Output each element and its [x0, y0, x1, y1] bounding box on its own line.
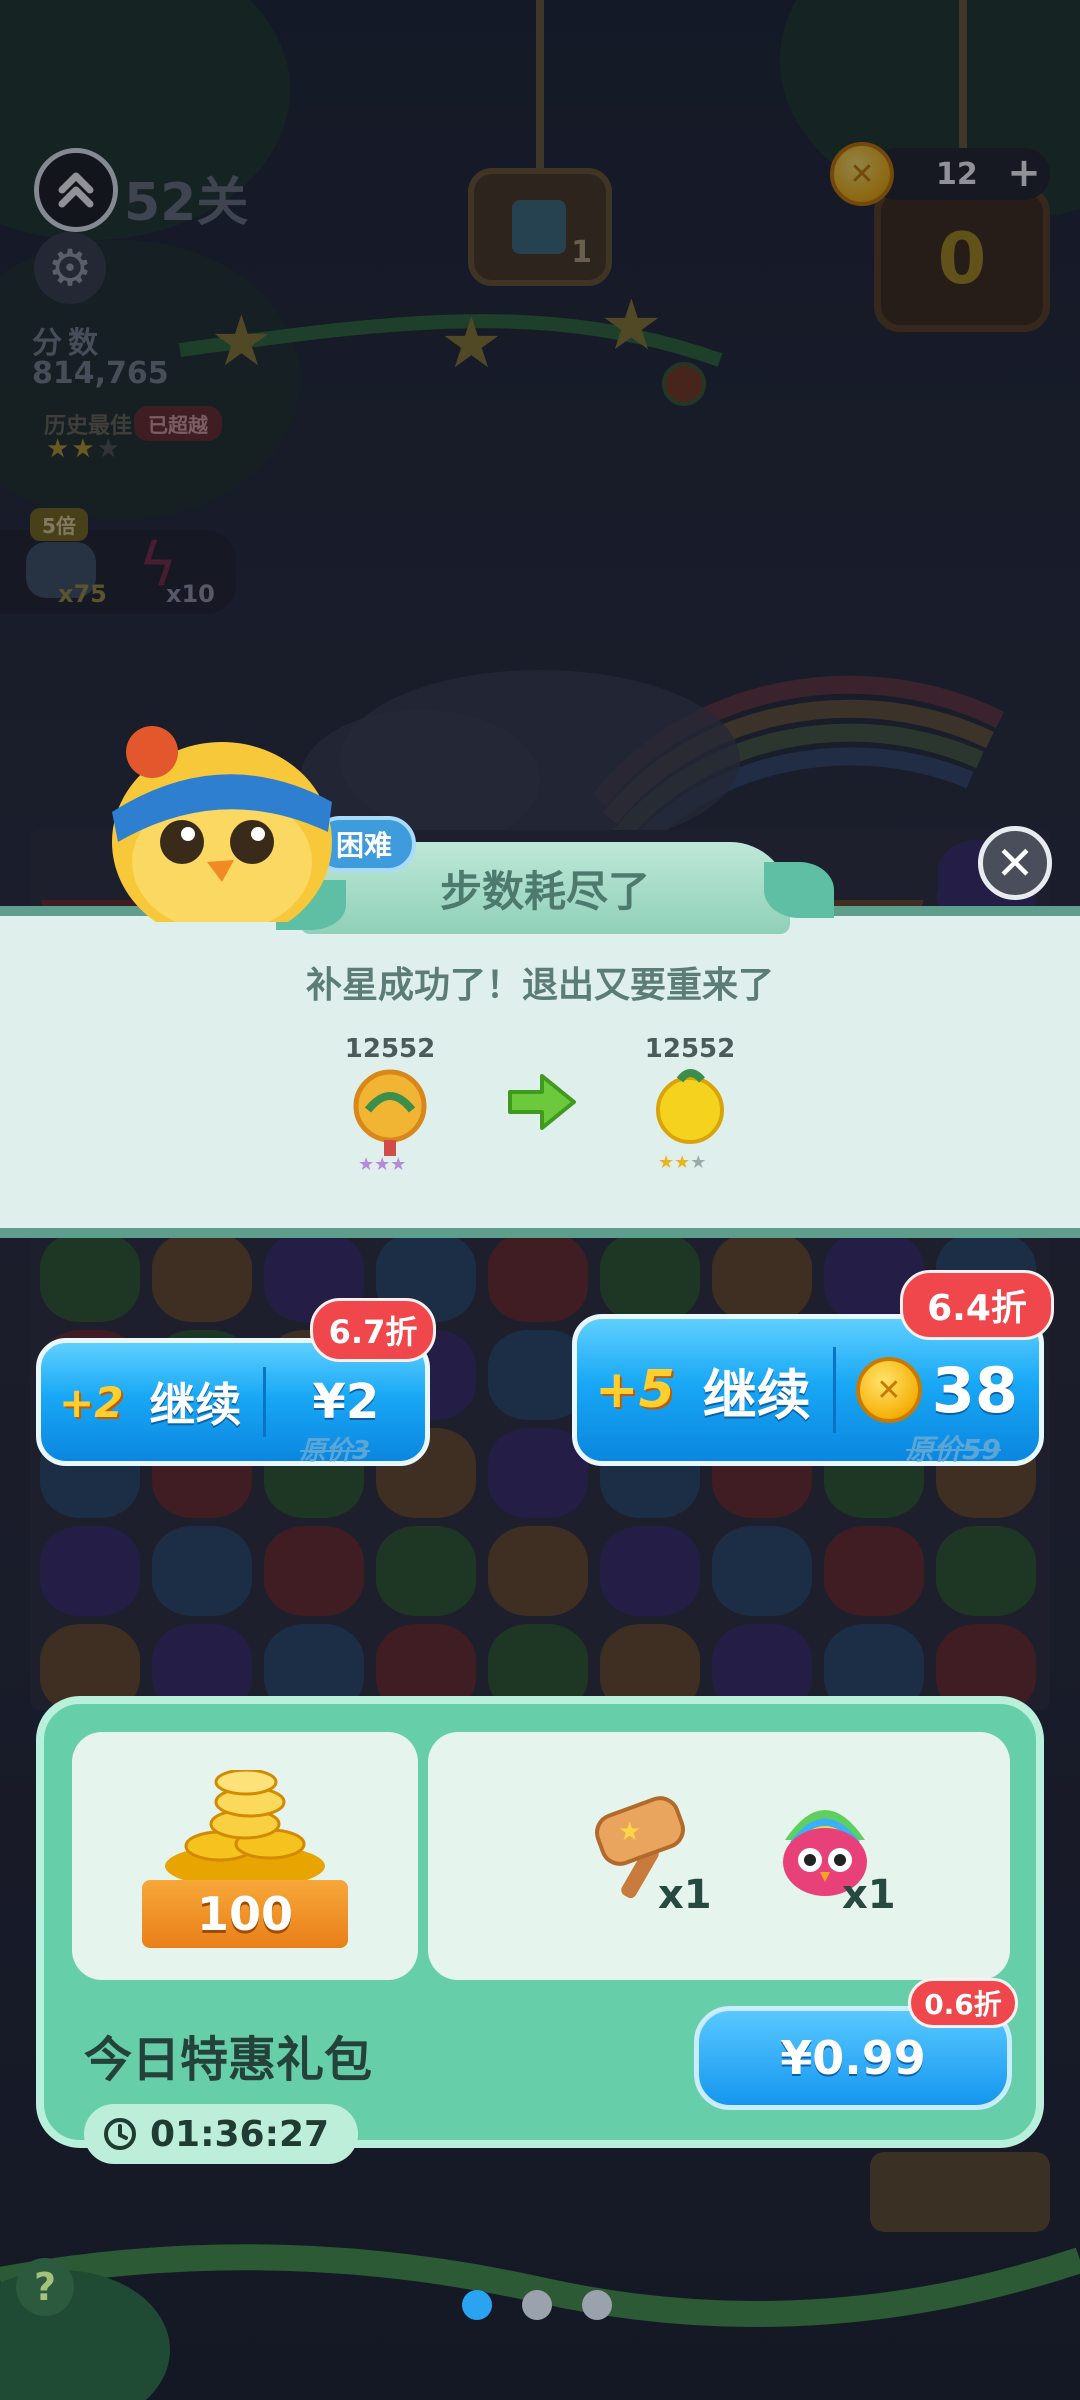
- continue-5-price: 38: [931, 1353, 1019, 1427]
- continue-2-moves: +2: [59, 1377, 124, 1427]
- level-from-emblem-icon: ★★★: [353, 1069, 427, 1172]
- leaf-right-icon: [764, 862, 834, 918]
- continue-2-original-price: 原价3: [300, 1436, 371, 1466]
- continue-5-label: 继续: [702, 1363, 811, 1427]
- add-coins-button[interactable]: +: [1002, 150, 1046, 196]
- progress-star-3: ★: [600, 284, 663, 366]
- bonus-item-1-count: x75: [58, 580, 107, 608]
- coin-count: 12: [936, 156, 978, 192]
- goal-count: 1: [571, 235, 592, 270]
- close-button[interactable]: ✕: [978, 826, 1052, 900]
- coin-pile-icon: [165, 1770, 325, 1888]
- coins-amount: 100: [142, 1880, 348, 1948]
- level-label: 52关: [124, 173, 249, 233]
- continue-5-original-price: 原价59: [906, 1433, 1001, 1466]
- continue-5-discount-badge: 6.4折: [900, 1270, 1054, 1340]
- record-badge: 已超越: [134, 406, 222, 441]
- svg-text:★★★: ★★★: [658, 1152, 706, 1172]
- pager-dot[interactable]: [462, 2290, 492, 2320]
- board-tile: [712, 1232, 812, 1322]
- continue-5-coin-icon: ✕: [855, 1357, 922, 1423]
- gift-discount-badge: 0.6折: [908, 1978, 1018, 2028]
- pager-dots: [462, 2290, 612, 2320]
- board-tile: [600, 1526, 700, 1616]
- gift-items-card: [428, 1732, 1010, 1980]
- board-tile: [376, 1526, 476, 1616]
- gift-timer-value: 01:36:27: [150, 2113, 330, 2155]
- score-value: 814,765: [32, 356, 169, 391]
- remaining-sign: 0: [874, 186, 1050, 332]
- continue-2-label: 继续: [149, 1378, 242, 1432]
- record-stars: ★★★: [46, 434, 122, 464]
- bonus-item-2-count: x10: [166, 580, 215, 608]
- continue-2-price: ¥2: [312, 1374, 380, 1430]
- board-tile: [40, 1232, 140, 1322]
- plus-icon: +: [1007, 150, 1041, 196]
- arrow-right-icon: [508, 1074, 576, 1130]
- coin-icon: ✕: [830, 142, 894, 206]
- gear-icon: ⚙: [47, 239, 93, 297]
- board-tile: [264, 1526, 364, 1616]
- board-tile: [152, 1526, 252, 1616]
- board-tile: [40, 1526, 140, 1616]
- clock-icon: [104, 2118, 136, 2150]
- multiplier-badge: 5倍: [30, 508, 88, 541]
- pager-dot[interactable]: [582, 2290, 612, 2320]
- gift-pack-title: 今日特惠礼包: [84, 2032, 373, 2088]
- pager-dot[interactable]: [522, 2290, 552, 2320]
- progress-star-2: ★: [440, 302, 503, 384]
- goal-sign: 1: [468, 168, 612, 286]
- mascot-chick-icon: [112, 726, 332, 922]
- board-tile: [488, 1232, 588, 1322]
- hammer-qty: x1: [658, 1872, 712, 1918]
- board-tile: [712, 1526, 812, 1616]
- board-tile: [488, 1526, 588, 1616]
- help-button[interactable]: ?: [16, 2258, 74, 2316]
- continue-2-discount-badge: 6.7折: [310, 1298, 436, 1362]
- chevron-up-icon: [58, 172, 94, 208]
- goal-block-icon: [512, 200, 566, 254]
- collapse-button[interactable]: [34, 148, 118, 232]
- close-icon: ✕: [995, 836, 1035, 890]
- board-tile: [936, 1526, 1036, 1616]
- bottom-vine: [0, 2152, 1080, 2400]
- svg-text:★★★: ★★★: [358, 1154, 406, 1172]
- board-tile: [824, 1526, 924, 1616]
- board-tile: [152, 1232, 252, 1322]
- dialog-message: 补星成功了！退出又要重来了: [305, 965, 774, 1006]
- level-from-number: 12552: [344, 1034, 436, 1064]
- booster-qty: x1: [842, 1872, 896, 1918]
- svg-text:★: ★: [618, 1817, 641, 1847]
- remaining-count: 0: [937, 218, 987, 300]
- board-tile: [600, 1232, 700, 1322]
- progress-star-1: ★: [210, 300, 273, 382]
- settings-button[interactable]: ⚙: [34, 232, 106, 304]
- question-icon: ?: [33, 2265, 57, 2309]
- progress-marker-icon: [662, 362, 706, 406]
- level-to-fruit-icon: ★★★: [656, 1069, 724, 1172]
- continue-5-moves: +5: [595, 1360, 675, 1420]
- level-to-number: 12552: [644, 1034, 736, 1064]
